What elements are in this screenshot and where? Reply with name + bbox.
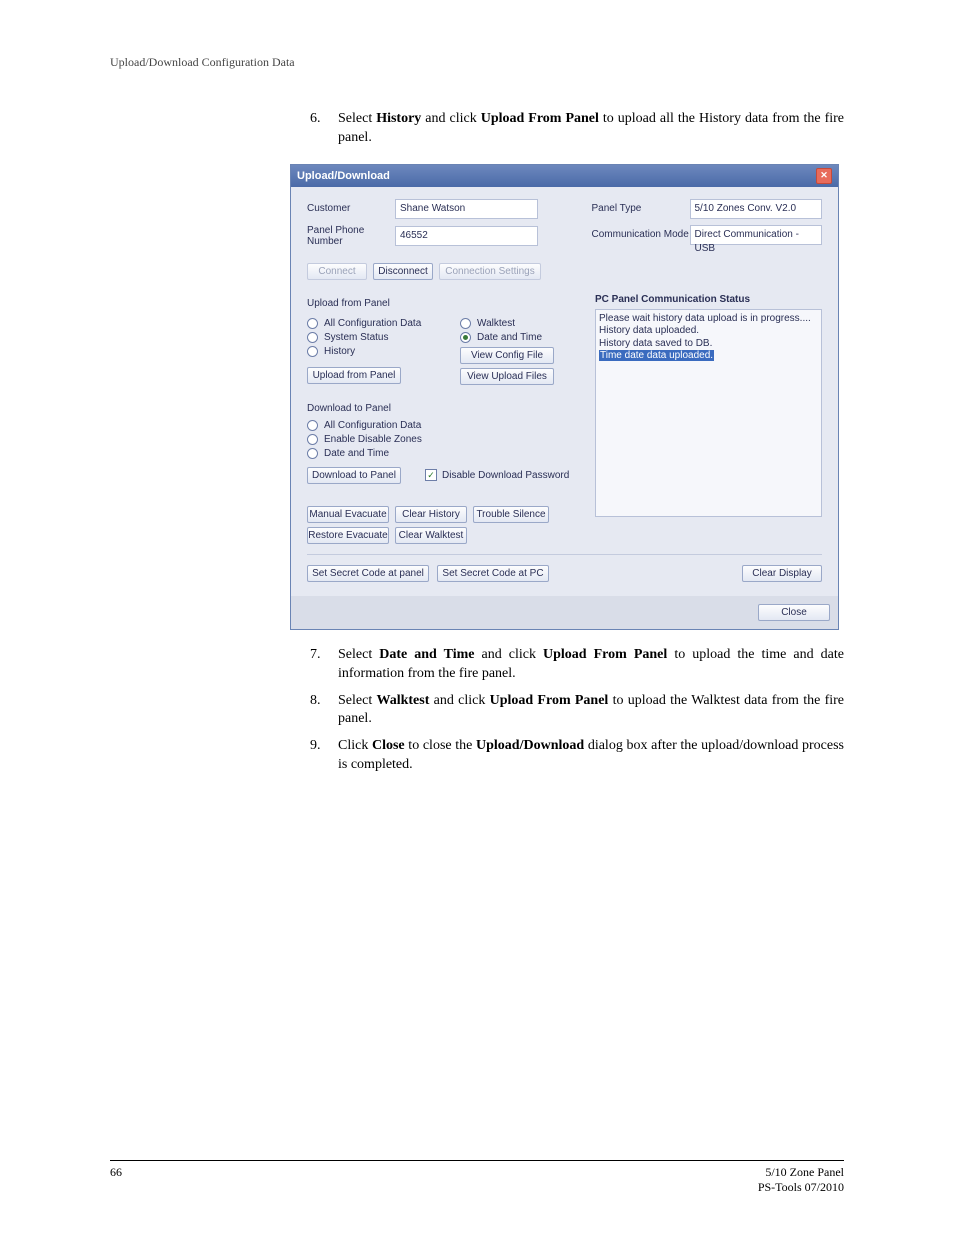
customer-field[interactable]: Shane Watson [395,199,538,219]
footer-line2: PS-Tools 07/2010 [758,1180,844,1195]
download-section-title: Download to Panel [307,403,577,414]
commmode-label: Communication Mode [592,229,690,240]
step-number: 8. [310,692,338,730]
set-secret-code-panel-button[interactable]: Set Secret Code at panel [307,565,429,582]
dialog-title: Upload/Download [297,170,390,182]
set-secret-code-pc-button[interactable]: Set Secret Code at PC [437,565,549,582]
pc-status-line: History data saved to DB. [599,338,818,351]
disable-download-password-check[interactable]: ✓Disable Download Password [425,469,569,481]
clear-history-button[interactable]: Clear History [395,506,467,523]
paneltype-label: Panel Type [592,203,690,214]
view-upload-files-button[interactable]: View Upload Files [460,368,554,385]
connection-settings-button[interactable]: Connection Settings [439,263,541,280]
upload-section-title: Upload from Panel [307,298,577,309]
manual-evacuate-button[interactable]: Manual Evacuate [307,506,389,523]
radio-date-time[interactable]: Date and Time [460,332,577,343]
disconnect-button[interactable]: Disconnect [373,263,433,280]
footer-line1: 5/10 Zone Panel [758,1165,844,1180]
radio-system-status[interactable]: System Status [307,332,424,343]
pc-status-box: Please wait history data upload is in pr… [595,309,822,517]
view-config-button[interactable]: View Config File [460,347,554,364]
paneltype-field[interactable]: 5/10 Zones Conv. V2.0 [690,199,823,219]
phone-field[interactable]: 46552 [395,226,538,246]
radio-walktest[interactable]: Walktest [460,318,577,329]
pc-status-line: History data uploaded. [599,325,818,338]
close-button[interactable]: Close [758,604,830,621]
radio-dl-dt[interactable]: Date and Time [307,448,577,459]
trouble-silence-button[interactable]: Trouble Silence [473,506,549,523]
pc-status-line: Please wait history data upload is in pr… [599,313,818,326]
step-text: Select History and click Upload From Pan… [338,110,844,148]
step-number: 7. [310,646,338,684]
step-number: 9. [310,737,338,775]
page-number: 66 [110,1165,122,1195]
pc-status-line-highlight: Time date data uploaded. [599,350,714,361]
upload-download-dialog: Upload/Download ✕ Customer Shane Watson … [290,164,839,630]
upload-from-panel-button[interactable]: Upload from Panel [307,367,401,384]
restore-evacuate-button[interactable]: Restore Evacuate [307,527,389,544]
step-text: Select Date and Time and click Upload Fr… [338,646,844,684]
clear-display-button[interactable]: Clear Display [742,565,822,582]
step-list: 6. Select History and click Upload From … [110,110,844,148]
customer-label: Customer [307,203,395,214]
step-number: 6. [310,110,338,148]
connect-button[interactable]: Connect [307,263,367,280]
clear-walktest-button[interactable]: Clear Walktest [395,527,467,544]
step-list: 7. Select Date and Time and click Upload… [110,646,844,775]
download-to-panel-button[interactable]: Download to Panel [307,467,401,484]
phone-label: Panel Phone Number [307,225,395,247]
close-icon[interactable]: ✕ [816,168,832,184]
page-header: Upload/Download Configuration Data [110,55,844,70]
page-footer: 66 5/10 Zone Panel PS-Tools 07/2010 [110,1160,844,1195]
step-text: Select Walktest and click Upload From Pa… [338,692,844,730]
radio-dl-edz[interactable]: Enable Disable Zones [307,434,577,445]
radio-all-config[interactable]: All Configuration Data [307,318,424,329]
step-text: Click Close to close the Upload/Download… [338,737,844,775]
radio-dl-all[interactable]: All Configuration Data [307,420,577,431]
radio-history[interactable]: History [307,346,424,357]
pc-status-title: PC Panel Communication Status [595,294,822,305]
commmode-field[interactable]: Direct Communication - USB [690,225,823,245]
